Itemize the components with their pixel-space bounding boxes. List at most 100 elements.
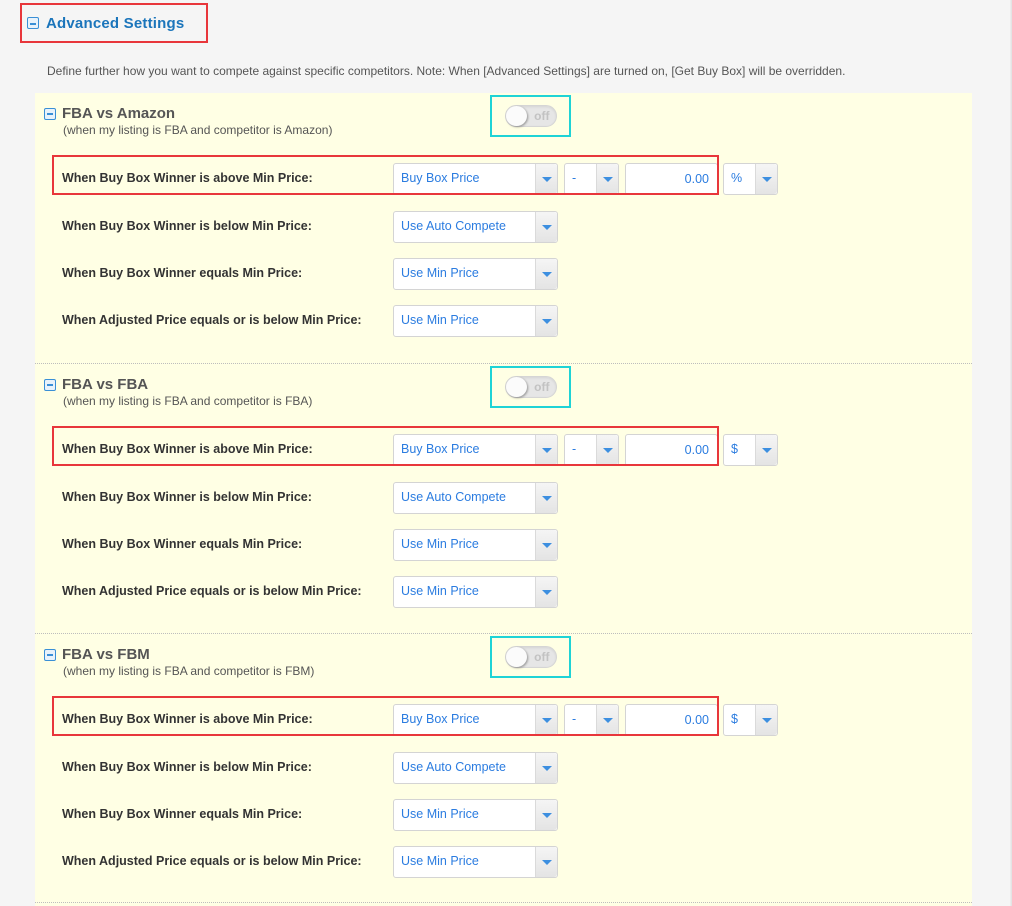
toggle-label: off — [534, 380, 550, 394]
action-select[interactable]: Use Min Price — [393, 576, 558, 608]
rule-label: When Buy Box Winner is above Min Price: — [62, 442, 313, 456]
rule-row: When Buy Box Winner is above Min Price: B… — [35, 155, 972, 195]
chevron-down-icon[interactable] — [535, 705, 557, 735]
action-select-value: Use Min Price — [401, 807, 479, 821]
action-select[interactable]: Use Min Price — [393, 305, 558, 337]
section-toggle-highlight: off — [490, 366, 571, 408]
advanced-settings-description: Define further how you want to compete a… — [47, 64, 846, 78]
operator-select[interactable]: - — [564, 704, 619, 736]
action-select-value: Buy Box Price — [401, 442, 480, 456]
chevron-down-icon[interactable] — [535, 164, 557, 194]
collapse-icon[interactable] — [44, 378, 56, 391]
chevron-down-icon[interactable] — [755, 705, 777, 735]
operator-select-value: - — [572, 171, 577, 185]
rule-label: When Buy Box Winner is below Min Price: — [62, 490, 312, 504]
chevron-down-icon[interactable] — [755, 164, 777, 194]
chevron-down-icon[interactable] — [535, 530, 557, 560]
rule-row: When Buy Box Winner equals Min Price: Use… — [35, 258, 972, 290]
section-toggle[interactable]: off — [504, 646, 557, 668]
competitor-section-3: FBA vs FBM (when my listing is FBA and c… — [35, 633, 972, 906]
section-header[interactable]: FBA vs FBM — [44, 646, 150, 663]
rule-row: When Buy Box Winner is below Min Price: U… — [35, 482, 972, 514]
chevron-down-icon[interactable] — [596, 705, 618, 735]
chevron-down-icon[interactable] — [535, 212, 557, 242]
action-select-value: Use Min Price — [401, 537, 479, 551]
action-select[interactable]: Use Auto Compete — [393, 752, 558, 784]
rule-row: When Adjusted Price equals or is below M… — [35, 576, 972, 608]
rule-label: When Buy Box Winner equals Min Price: — [62, 807, 303, 821]
chevron-down-icon[interactable] — [535, 435, 557, 465]
toggle-label: off — [534, 109, 550, 123]
action-select-value: Use Auto Compete — [401, 490, 506, 504]
rule-row: When Adjusted Price equals or is below M… — [35, 846, 972, 878]
collapse-icon[interactable] — [44, 648, 56, 661]
unit-select[interactable]: % — [723, 163, 778, 195]
action-select-value: Use Min Price — [401, 266, 479, 280]
rule-label: When Adjusted Price equals or is below M… — [62, 584, 362, 598]
rule-label: When Buy Box Winner is below Min Price: — [62, 219, 312, 233]
unit-select-value: $ — [731, 442, 738, 456]
rule-row: When Buy Box Winner is below Min Price: U… — [35, 752, 972, 784]
rule-row: When Buy Box Winner equals Min Price: Use… — [35, 799, 972, 831]
action-select[interactable]: Use Min Price — [393, 846, 558, 878]
collapse-icon[interactable] — [27, 17, 39, 29]
collapse-icon[interactable] — [44, 107, 56, 120]
section-title: FBA vs Amazon — [62, 105, 176, 122]
section-toggle-highlight: off — [490, 636, 571, 678]
action-select-value: Use Auto Compete — [401, 760, 506, 774]
rule-row: When Buy Box Winner is above Min Price: B… — [35, 696, 972, 736]
amount-input[interactable] — [625, 163, 718, 195]
rule-row: When Buy Box Winner is above Min Price: B… — [35, 426, 972, 466]
unit-select-value: $ — [731, 712, 738, 726]
section-subtitle: (when my listing is FBA and competitor i… — [63, 123, 333, 137]
chevron-down-icon[interactable] — [596, 164, 618, 194]
rule-label: When Adjusted Price equals or is below M… — [62, 313, 362, 327]
section-toggle-highlight: off — [490, 95, 571, 137]
chevron-down-icon[interactable] — [535, 483, 557, 513]
action-select-value: Use Min Price — [401, 584, 479, 598]
chevron-down-icon[interactable] — [535, 306, 557, 336]
operator-select-value: - — [572, 442, 577, 456]
chevron-down-icon[interactable] — [596, 435, 618, 465]
action-select[interactable]: Use Min Price — [393, 258, 558, 290]
toggle-knob[interactable] — [505, 106, 527, 126]
section-header[interactable]: FBA vs Amazon — [44, 105, 175, 122]
operator-select[interactable]: - — [564, 434, 619, 466]
action-select[interactable]: Use Min Price — [393, 529, 558, 561]
action-select[interactable]: Buy Box Price — [393, 704, 558, 736]
operator-select[interactable]: - — [564, 163, 619, 195]
toggle-label: off — [534, 650, 550, 664]
action-select-value: Buy Box Price — [401, 171, 480, 185]
section-subtitle: (when my listing is FBA and competitor i… — [63, 664, 315, 678]
unit-select-value: % — [731, 171, 743, 185]
section-title: FBA vs FBM — [62, 646, 150, 663]
chevron-down-icon[interactable] — [535, 753, 557, 783]
action-select[interactable]: Buy Box Price — [393, 434, 558, 466]
chevron-down-icon[interactable] — [755, 435, 777, 465]
amount-input[interactable] — [625, 704, 718, 736]
rule-row: When Buy Box Winner is below Min Price: U… — [35, 211, 972, 243]
toggle-knob[interactable] — [505, 647, 527, 667]
operator-select-value: - — [572, 712, 577, 726]
unit-select[interactable]: $ — [723, 434, 778, 466]
chevron-down-icon[interactable] — [535, 259, 557, 289]
action-select[interactable]: Use Auto Compete — [393, 482, 558, 514]
toggle-knob[interactable] — [505, 377, 527, 397]
section-toggle[interactable]: off — [504, 376, 557, 398]
chevron-down-icon[interactable] — [535, 800, 557, 830]
chevron-down-icon[interactable] — [535, 847, 557, 877]
chevron-down-icon[interactable] — [535, 577, 557, 607]
section-subtitle: (when my listing is FBA and competitor i… — [63, 394, 313, 408]
unit-select[interactable]: $ — [723, 704, 778, 736]
action-select[interactable]: Use Min Price — [393, 799, 558, 831]
rule-row: When Buy Box Winner equals Min Price: Use… — [35, 529, 972, 561]
action-select[interactable]: Use Auto Compete — [393, 211, 558, 243]
rule-label: When Buy Box Winner is above Min Price: — [62, 712, 313, 726]
competitor-section-2: FBA vs FBA (when my listing is FBA and c… — [35, 363, 972, 634]
amount-input[interactable] — [625, 434, 718, 466]
advanced-settings-header[interactable]: Advanced Settings — [20, 3, 208, 43]
section-toggle[interactable]: off — [504, 105, 557, 127]
action-select[interactable]: Buy Box Price — [393, 163, 558, 195]
competitor-section-1: FBA vs Amazon (when my listing is FBA an… — [35, 93, 972, 363]
section-header[interactable]: FBA vs FBA — [44, 376, 148, 393]
